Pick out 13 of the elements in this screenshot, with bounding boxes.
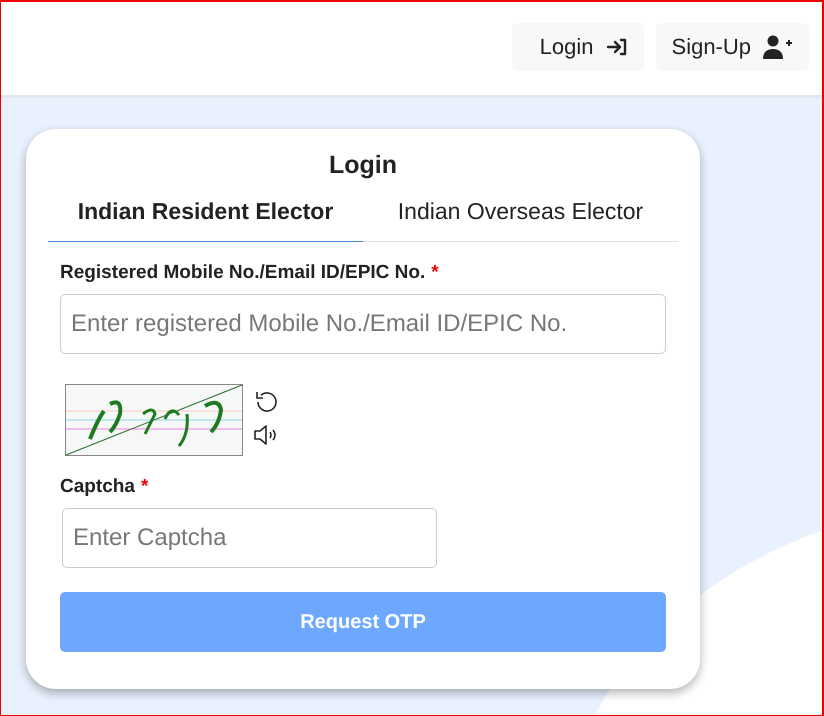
field-label: Registered Mobile No./Email ID/EPIC No. xyxy=(60,262,426,284)
login-icon xyxy=(606,36,628,56)
id-input-field[interactable]: Enter registered Mobile No./Email ID/EPIC No. xyxy=(60,294,666,354)
header-button[interactable]: Login xyxy=(512,22,644,70)
card-title: Login xyxy=(328,151,398,180)
required-mark: * xyxy=(431,262,439,284)
field-label: Captcha xyxy=(60,476,135,498)
captcha-input-field[interactable]: Enter Captcha xyxy=(62,508,437,568)
required-mark: * xyxy=(140,476,148,498)
tab[interactable]: Indian Resident Elector xyxy=(48,190,363,242)
add-user-icon xyxy=(763,34,793,58)
tab[interactable]: Indian Overseas Elector xyxy=(363,190,678,242)
header-button[interactable]: Sign-Up xyxy=(656,22,809,70)
